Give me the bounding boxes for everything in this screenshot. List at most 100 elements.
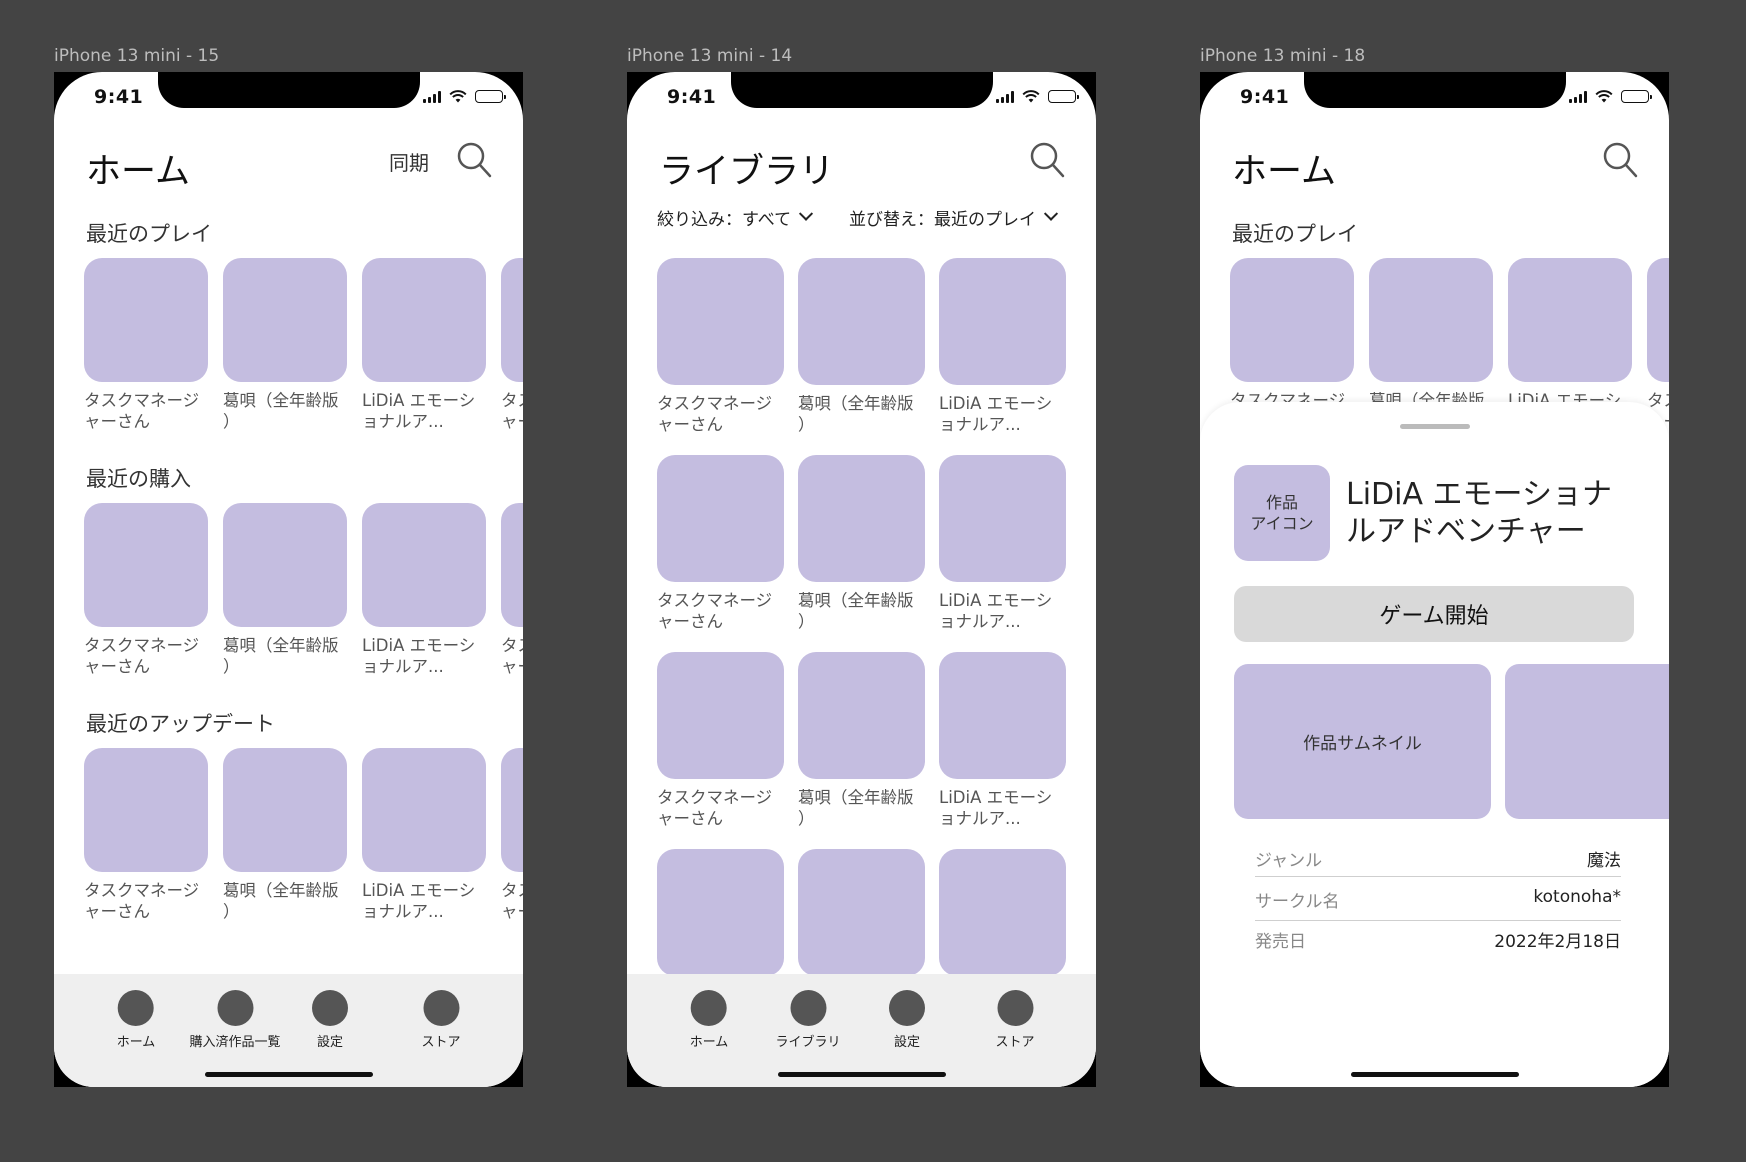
work-art xyxy=(939,455,1066,582)
home-indicator xyxy=(1350,1072,1519,1077)
frame-label: iPhone 13 mini - 14 xyxy=(627,46,793,66)
work-tile[interactable]: タスクマネージ ャーさん xyxy=(84,258,208,432)
section-title-recent-play: 最近のプレイ xyxy=(86,222,212,246)
work-art xyxy=(501,503,523,627)
work-tile[interactable]: タスクマネージ ャーさん xyxy=(657,652,784,829)
work-title: LiDiA エモーショナ ルアドベンチャー xyxy=(1346,477,1612,549)
work-tile[interactable]: LiDiA エモーシ ョナルア... xyxy=(362,503,486,677)
tab-label: ストア xyxy=(421,1035,461,1050)
work-art xyxy=(798,258,925,385)
work-art xyxy=(84,503,208,627)
work-tile[interactable]: 葛唄（全年齢版 ） xyxy=(798,455,925,632)
sheet-grabber[interactable] xyxy=(1399,424,1470,429)
work-tile[interactable]: 葛唄（全年齢版 ） xyxy=(223,748,347,922)
work-art xyxy=(223,258,347,382)
info-key: ジャンル xyxy=(1255,851,1323,871)
work-caption: 葛唄（全年齢版 ） xyxy=(223,391,339,431)
sync-button[interactable]: 同期 xyxy=(389,147,429,176)
tab-store[interactable]: ストア xyxy=(421,990,461,1050)
section-title-recent-update: 最近のアップデート xyxy=(86,712,275,736)
sort-dropdown[interactable]: 並び替え：最近のプレイ xyxy=(849,205,1059,230)
phone-library: 9:41 ライブラリ 絞り込み：すべて 並び替え：最近のプレイ タスクマネージ … xyxy=(627,72,1096,1087)
tab-store[interactable]: ストア xyxy=(995,990,1035,1050)
filter-label: 絞り込み：すべて xyxy=(657,210,792,230)
tab-icon xyxy=(422,990,459,1026)
work-caption: タスクマネージ ャーさん xyxy=(84,881,200,921)
work-detail-sheet: 作品 アイコン LiDiA エモーショナ ルアドベンチャー ゲーム開始 作品サム… xyxy=(1200,402,1669,1087)
tab-purchased[interactable]: 購入済作品一覧 xyxy=(189,990,281,1050)
chevron-down-icon xyxy=(1043,206,1059,221)
tab-icon xyxy=(691,990,727,1026)
filter-dropdown[interactable]: 絞り込み：すべて xyxy=(657,205,814,230)
page-title: ホーム xyxy=(86,152,190,192)
work-art xyxy=(657,849,784,976)
work-caption: 葛唄（全年齢版 ） xyxy=(223,636,339,676)
work-art xyxy=(798,455,925,582)
work-art xyxy=(798,849,925,976)
info-row-circle: サークル名 kotonoha* xyxy=(1255,887,1621,912)
tab-bar: ホーム ライブラリ 設定 ストア xyxy=(627,974,1096,1087)
work-tile[interactable]: タスクマネージ ャーさん xyxy=(84,748,208,922)
detail-screen: 9:41 ホーム 最近のプレイ タスクマネージ ャーさん 葛唄（全年齢版 ） L… xyxy=(1200,72,1669,1087)
work-caption: タス ャー xyxy=(501,881,523,921)
work-art xyxy=(657,258,784,385)
work-tile[interactable]: 葛唄（全年齢版 ） xyxy=(798,258,925,435)
work-caption: LiDiA エモーシ ョナルア... xyxy=(939,394,1053,434)
section-title-recent-play: 最近のプレイ xyxy=(1232,222,1358,246)
notch xyxy=(158,72,420,108)
tab-settings[interactable]: 設定 xyxy=(889,990,925,1050)
work-tile[interactable]: LiDiA エモーシ ョナルア... xyxy=(362,748,486,922)
library-screen: 9:41 ライブラリ 絞り込み：すべて 並び替え：最近のプレイ タスクマネージ … xyxy=(627,72,1096,1087)
work-tile[interactable]: タス ャー xyxy=(1647,258,1669,432)
tab-label: ストア xyxy=(995,1035,1035,1050)
work-tile[interactable]: 葛唄（全年齢版 ） xyxy=(223,258,347,432)
work-tile[interactable]: タス ャー xyxy=(501,258,523,432)
recent-purchase-row: タスクマネージ ャーさん 葛唄（全年齢版 ） LiDiA エモーシ ョナルア..… xyxy=(84,503,523,677)
battery-icon xyxy=(1048,90,1079,103)
info-value: 魔法 xyxy=(1587,851,1621,871)
search-icon[interactable] xyxy=(455,140,493,180)
work-caption: 葛唄（全年齢版 ） xyxy=(223,881,339,921)
sort-label: 並び替え：最近のプレイ xyxy=(849,210,1036,230)
battery-icon xyxy=(475,90,506,103)
work-tile[interactable]: タスクマネージ ャーさん xyxy=(84,503,208,677)
work-tile[interactable]: タス ャー xyxy=(501,503,523,677)
work-caption: LiDiA エモーシ ョナルア... xyxy=(939,591,1053,631)
work-tile[interactable] xyxy=(657,849,784,976)
work-tile[interactable]: LiDiA エモーシ ョナルア... xyxy=(939,652,1066,829)
battery-icon xyxy=(1621,90,1652,103)
tab-home[interactable]: ホーム xyxy=(117,990,155,1050)
phone-detail: 9:41 ホーム 最近のプレイ タスクマネージ ャーさん 葛唄（全年齢版 ） L… xyxy=(1200,72,1669,1087)
start-game-button[interactable]: ゲーム開始 xyxy=(1234,586,1634,642)
tab-label: ライブラリ xyxy=(775,1035,841,1050)
tab-settings[interactable]: 設定 xyxy=(312,990,348,1050)
work-tile[interactable]: タスクマネージ ャーさん xyxy=(657,258,784,435)
search-icon[interactable] xyxy=(1028,140,1066,180)
work-tile[interactable] xyxy=(939,849,1066,976)
work-tile[interactable]: タス ャー xyxy=(501,748,523,922)
work-caption: LiDiA エモーシ ョナルア... xyxy=(362,636,476,676)
signal-icon xyxy=(423,90,441,103)
tab-label: 設定 xyxy=(316,1035,343,1050)
work-art xyxy=(362,258,486,382)
work-art xyxy=(657,652,784,779)
tab-library[interactable]: ライブラリ xyxy=(775,990,841,1050)
work-tile[interactable]: LiDiA エモーシ ョナルア... xyxy=(939,258,1066,435)
work-tile[interactable]: LiDiA エモーシ ョナルア... xyxy=(939,455,1066,632)
tab-home[interactable]: ホーム xyxy=(690,990,728,1050)
work-art xyxy=(939,849,1066,976)
tab-icon xyxy=(996,990,1033,1026)
work-caption: タス ャー xyxy=(501,391,523,431)
work-tile[interactable] xyxy=(798,849,925,976)
work-caption: 葛唄（全年齢版 ） xyxy=(798,788,914,828)
work-art xyxy=(501,258,523,382)
work-tile[interactable]: タスクマネージ ャーさん xyxy=(657,455,784,632)
search-icon[interactable] xyxy=(1601,140,1639,180)
work-caption: LiDiA エモーシ ョナルア... xyxy=(362,391,476,431)
tab-icon xyxy=(312,990,348,1026)
work-tile[interactable]: LiDiA エモーシ ョナルア... xyxy=(362,258,486,432)
work-tile[interactable]: 葛唄（全年齢版 ） xyxy=(223,503,347,677)
work-art xyxy=(223,503,347,627)
work-tile[interactable]: 葛唄（全年齢版 ） xyxy=(798,652,925,829)
work-caption: 葛唄（全年齢版 ） xyxy=(798,394,914,434)
